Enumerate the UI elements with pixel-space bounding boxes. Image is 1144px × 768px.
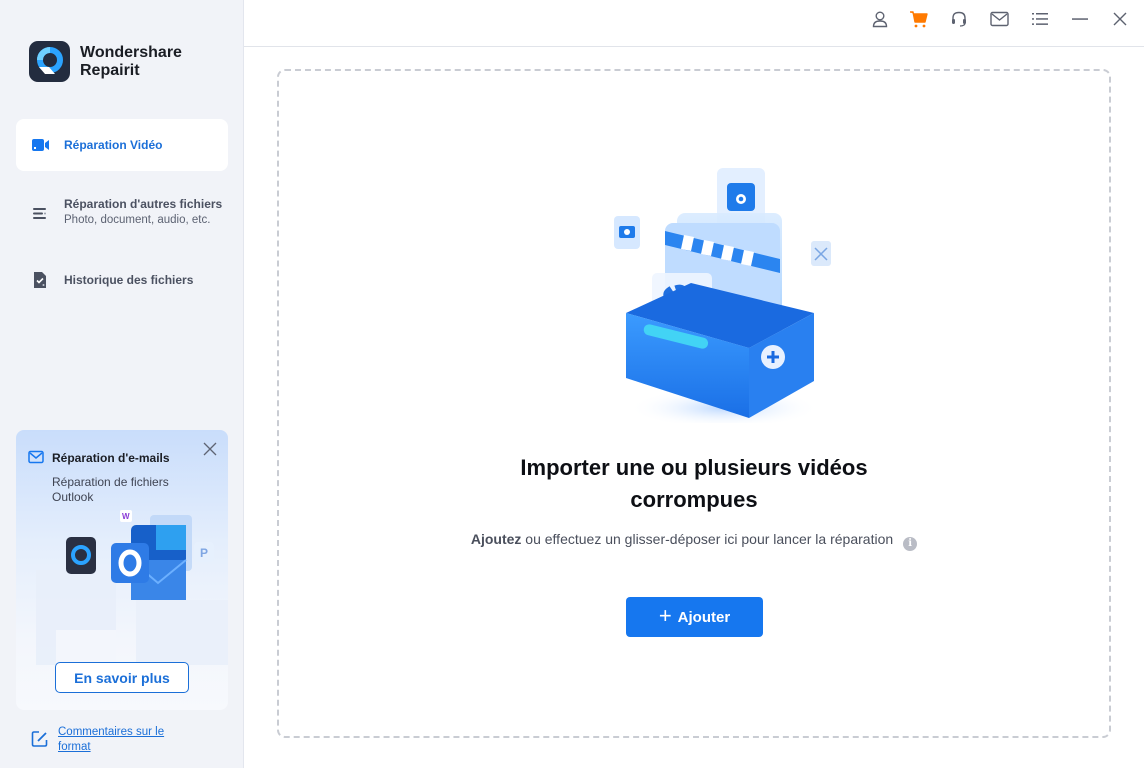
user-icon[interactable]: [869, 8, 891, 30]
plus-icon: +: [658, 603, 672, 628]
brand-line-2: Repairit: [80, 61, 140, 79]
sidebar-item-history[interactable]: Historique des fichiers: [16, 262, 228, 300]
promo-subtitle: Réparation de fichiers Outlook: [52, 475, 169, 504]
sidebar-item-label: Réparation Vidéo: [64, 138, 163, 152]
video-drop-zone[interactable]: Importer une ou plusieurs vidéos corromp…: [277, 69, 1111, 738]
title-bar: [244, 0, 1144, 47]
add-button-label: Ajouter: [677, 608, 731, 626]
drop-zone-title: Importer une ou plusieurs vidéos corromp…: [279, 452, 1109, 516]
sidebar-item-sublabel: Photo, document, audio, etc.: [64, 214, 211, 226]
outlook-illustration: P W: [36, 510, 228, 665]
svg-text:W: W: [122, 512, 130, 521]
repairit-logo-icon: [29, 41, 70, 82]
minimize-icon[interactable]: [1069, 8, 1091, 30]
mail-icon[interactable]: [988, 8, 1010, 30]
mail-icon: [28, 450, 44, 469]
sidebar-item-video-repair[interactable]: Réparation Vidéo: [16, 119, 228, 171]
close-icon[interactable]: [1109, 8, 1131, 30]
email-repair-promo-card: Réparation d'e-mails Réparation de fichi…: [16, 430, 228, 710]
cart-icon[interactable]: [908, 8, 930, 30]
hint-bold-text: Ajoutez: [470, 531, 522, 547]
close-icon[interactable]: [202, 441, 218, 457]
learn-more-button[interactable]: En savoir plus: [55, 662, 189, 693]
video-camera-icon: [31, 136, 49, 154]
main-content: Importer une ou plusieurs vidéos corromp…: [244, 0, 1144, 768]
add-files-button[interactable]: + Ajouter: [626, 597, 763, 637]
brand-name: Wondershare Repairit: [80, 44, 182, 80]
video-repair-box-illustration: [614, 168, 831, 423]
headset-icon[interactable]: [948, 8, 970, 30]
file-check-icon: [31, 271, 49, 289]
drop-zone-title-text: Importer une ou plusieurs vidéos corromp…: [520, 455, 868, 512]
sidebar-item-label: Réparation d'autres fichiers: [64, 197, 223, 211]
brand: Wondershare Repairit: [29, 41, 182, 82]
brand-line-1: Wondershare: [80, 43, 182, 61]
list-icon: [31, 204, 49, 222]
info-icon[interactable]: i: [903, 537, 918, 551]
sidebar-item-label: Historique des fichiers: [64, 273, 194, 287]
edit-icon: [31, 730, 49, 748]
app-window: Wondershare Repairit Réparation Vidéo Ré…: [0, 0, 1144, 768]
sidebar: Wondershare Repairit Réparation Vidéo Ré…: [0, 0, 244, 768]
format-feedback-link[interactable]: Commentaires sur le format: [58, 725, 188, 755]
menu-icon[interactable]: [1029, 8, 1051, 30]
drop-zone-hint: Ajoutez ou effectuez un glisser-déposer …: [279, 531, 1109, 551]
hint-text: ou effectuez un glisser-déposer ici pour…: [521, 531, 894, 547]
feedback: Commentaires sur le format: [31, 725, 188, 755]
promo-title: Réparation d'e-mails: [52, 451, 170, 465]
sidebar-item-other-files[interactable]: Réparation d'autres fichiers Photo, docu…: [16, 188, 228, 238]
svg-text:P: P: [200, 546, 208, 560]
